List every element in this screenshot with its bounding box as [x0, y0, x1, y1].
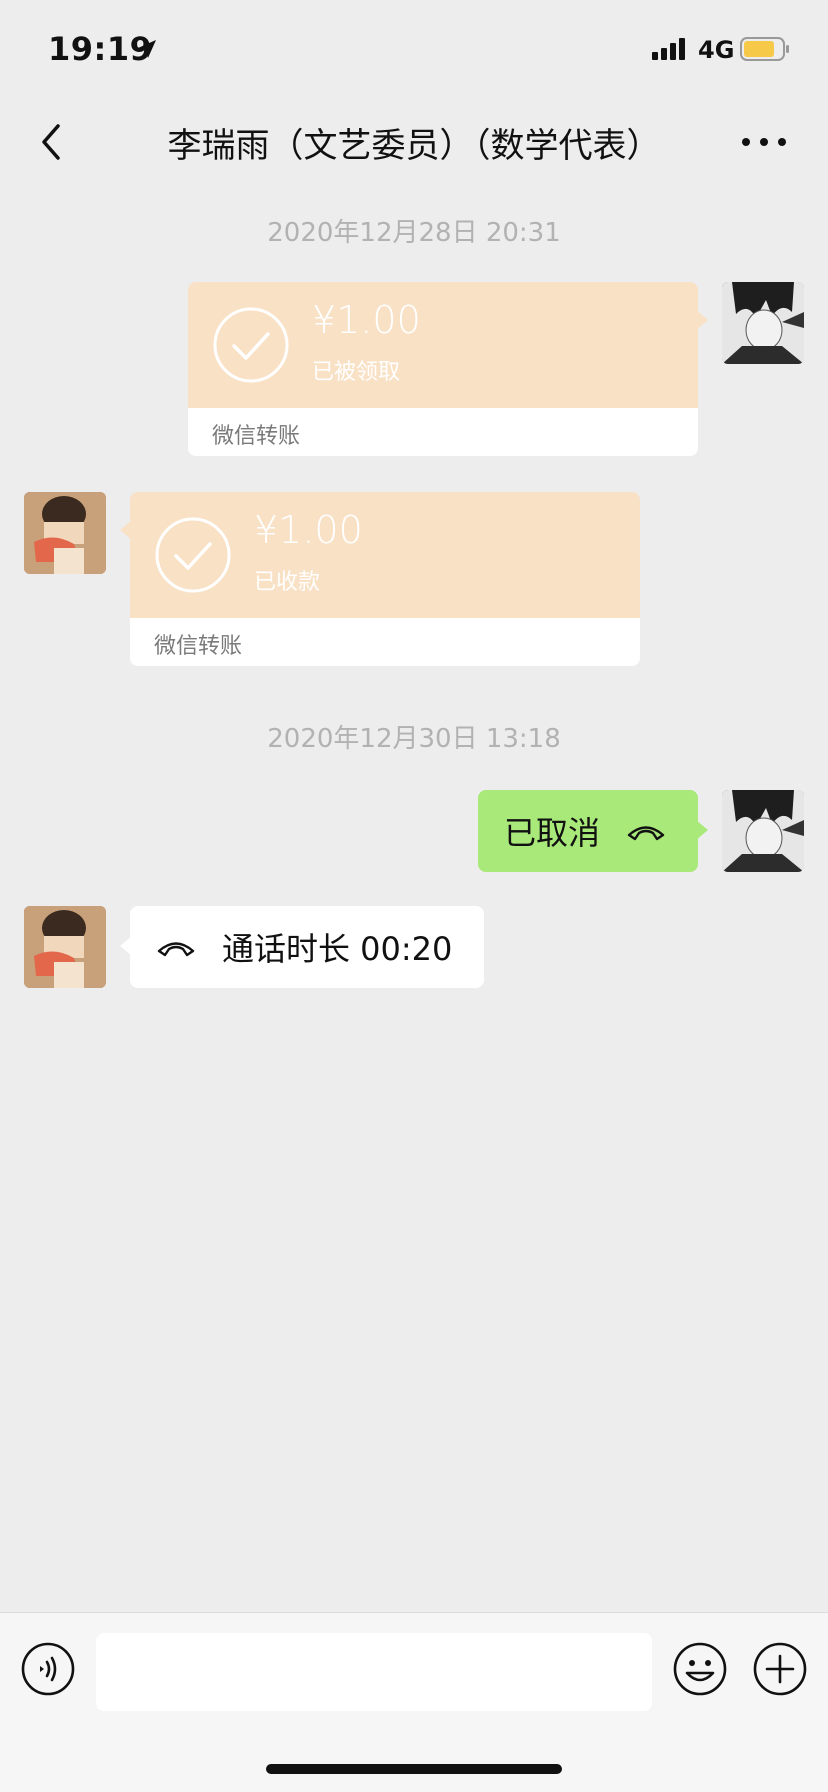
- message-input[interactable]: [96, 1633, 652, 1711]
- call-duration-text: 通话时长 00:20: [222, 930, 453, 968]
- hangup-phone-icon: [627, 826, 665, 841]
- my-avatar-image: [722, 282, 804, 364]
- status-bar: 19:19 4G: [0, 0, 828, 100]
- friend-avatar-image: [24, 906, 106, 988]
- call-status-text: 已取消: [504, 814, 601, 852]
- friend-avatar[interactable]: [24, 906, 106, 988]
- timestamp: 2020年12月28日 20:31: [267, 218, 561, 248]
- bubble-tail: [120, 936, 132, 956]
- location-arrow-icon: [138, 40, 156, 58]
- nav-bar: 李瑞雨（文艺委员）（数学代表）: [0, 100, 828, 180]
- transfer-card-received[interactable]: ¥1.00 已收款 微信转账: [120, 492, 640, 666]
- home-indicator[interactable]: [266, 1764, 562, 1774]
- transfer-status: 已收款: [254, 570, 321, 595]
- bubble-tail: [696, 310, 708, 330]
- transfer-footer: 微信转账: [130, 618, 640, 666]
- transfer-status: 已被领取: [312, 360, 401, 385]
- voice-icon[interactable]: [20, 1641, 76, 1697]
- check-circle-icon: [213, 307, 289, 383]
- transfer-footer: 微信转账: [188, 408, 698, 456]
- my-avatar[interactable]: [722, 790, 804, 872]
- bubble-tail: [120, 520, 132, 540]
- plus-icon[interactable]: [752, 1641, 808, 1697]
- network-label: 4G: [698, 36, 735, 64]
- check-circle-icon: [155, 517, 231, 593]
- emoji-icon[interactable]: [672, 1641, 728, 1697]
- hangup-phone-icon: [157, 942, 195, 957]
- friend-avatar[interactable]: [24, 492, 106, 574]
- signal-icon: [652, 38, 685, 60]
- my-avatar[interactable]: [722, 282, 804, 364]
- transfer-amount: ¥1.00: [312, 298, 421, 342]
- transfer-card-top: ¥1.00 已被领取: [188, 282, 708, 408]
- call-bubble-received[interactable]: 通话时长 00:20: [120, 906, 484, 988]
- chat-screen: 19:19 4G 李瑞雨（文艺委员）（数学代表） 2020年12月28日 20:…: [0, 0, 828, 1792]
- friend-avatar-image: [24, 492, 106, 574]
- chat-title: 李瑞雨（文艺委员）（数学代表）: [167, 126, 661, 166]
- back-chevron-icon[interactable]: [38, 122, 64, 162]
- transfer-card-sent[interactable]: ¥1.00 已被领取 微信转账: [188, 282, 708, 456]
- bubble-tail: [696, 820, 708, 840]
- call-bubble-sent[interactable]: 已取消: [478, 790, 708, 872]
- battery-icon: [740, 37, 789, 61]
- my-avatar-image: [722, 790, 804, 872]
- more-icon[interactable]: [740, 136, 788, 148]
- transfer-amount: ¥1.00: [254, 508, 363, 552]
- transfer-card-top: ¥1.00 已收款: [120, 492, 640, 618]
- timestamp: 2020年12月30日 13:18: [267, 724, 561, 754]
